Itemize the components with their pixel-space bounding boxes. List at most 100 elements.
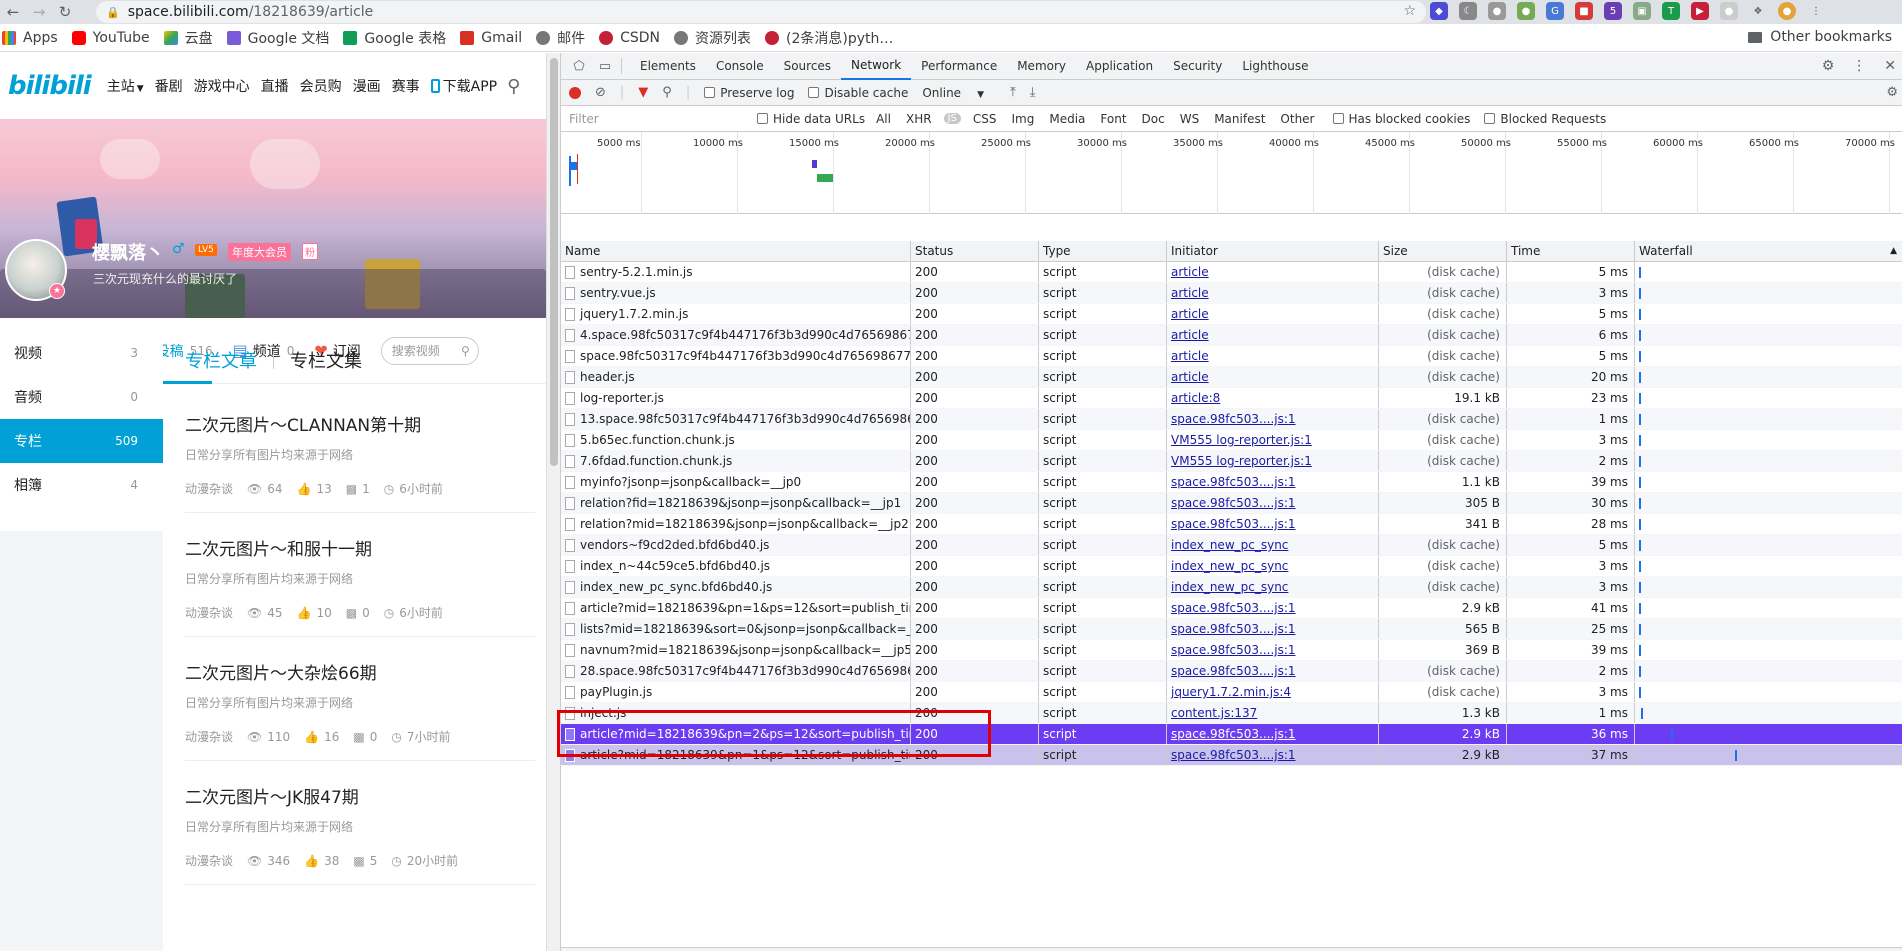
address-bar[interactable]: 🔒 space.bilibili.com /18218639/article ☆	[96, 1, 1426, 23]
extension-avatar-icon[interactable]: ●	[1720, 2, 1738, 20]
cell-name[interactable]: index_new_pc_sync.bfd6bd40.js	[561, 577, 911, 597]
initiator-link[interactable]: space.98fc503....js:1	[1171, 412, 1296, 426]
cell-name[interactable]: log-reporter.js	[561, 388, 911, 408]
table-row[interactable]: 4.space.98fc50317c9f4b447176f3b3d990c4d7…	[561, 325, 1902, 346]
bookmark-cloud[interactable]: 云盘	[163, 28, 213, 48]
table-row[interactable]: space.98fc50317c9f4b447176f3b3d990c4d765…	[561, 346, 1902, 367]
vip-badge[interactable]: 年度大会员	[228, 243, 291, 261]
initiator-link[interactable]: index_new_pc_sync	[1171, 559, 1288, 573]
cell-name[interactable]: sentry-5.2.1.min.js	[561, 262, 911, 282]
initiator-link[interactable]: jquery1.7.2.min.js:4	[1171, 685, 1291, 699]
table-row[interactable]: sentry.vue.js 200 script article (disk cache…	[561, 283, 1902, 304]
cell-name[interactable]: 13.space.98fc50317c9f4b447176f3b3d990c4d…	[561, 409, 911, 429]
initiator-link[interactable]: index_new_pc_sync	[1171, 580, 1288, 594]
article-category[interactable]: 动漫杂谈	[185, 852, 233, 869]
table-row[interactable]: myinfo?jsonp=jsonp&callback=__jp0 200 scri…	[561, 472, 1902, 493]
disable-cache-checkbox[interactable]: Disable cache	[808, 86, 908, 100]
cell-name[interactable]: relation?fid=18218639&jsonp=jsonp&callba…	[561, 493, 911, 513]
initiator-link[interactable]: article:8	[1171, 391, 1220, 405]
tab-network[interactable]: Network	[841, 53, 912, 80]
initiator-link[interactable]: space.98fc503....js:1	[1171, 664, 1296, 678]
subtab-articles[interactable]: 专栏文章	[185, 347, 257, 373]
checkbox-box[interactable]	[757, 113, 768, 124]
filter-input[interactable]: Filter	[567, 109, 743, 129]
initiator-link[interactable]: space.98fc503....js:1	[1171, 601, 1296, 615]
has-blocked-cookies-checkbox[interactable]: Has blocked cookies	[1332, 112, 1470, 126]
cell-name[interactable]: jquery1.7.2.min.js	[561, 304, 911, 324]
article-category[interactable]: 动漫杂谈	[185, 480, 233, 497]
table-row[interactable]: lists?mid=18218639&sort=0&jsonp=jsonp&ca…	[561, 619, 1902, 640]
table-row[interactable]: sentry-5.2.1.min.js 200 script article (disk…	[561, 262, 1902, 283]
extension-diamond-icon[interactable]: ◆	[1430, 2, 1448, 20]
filter-type-font[interactable]: Font	[1097, 111, 1129, 127]
filter-icon[interactable]: ▼	[638, 85, 648, 100]
bookmark-resources[interactable]: 资源列表	[674, 28, 751, 48]
bilibili-logo[interactable]: bilibili	[8, 71, 92, 101]
initiator-link[interactable]: space.98fc503....js:1	[1171, 622, 1296, 636]
cell-name[interactable]: lists?mid=18218639&sort=0&jsonp=jsonp&ca…	[561, 619, 911, 639]
nav-esports[interactable]: 赛事	[392, 76, 420, 96]
inspect-element-icon[interactable]: ⬠	[571, 58, 587, 74]
menu-dots-icon[interactable]: ⋮	[1807, 2, 1825, 20]
back-icon[interactable]: ←	[0, 0, 26, 24]
cell-name[interactable]: 4.space.98fc50317c9f4b447176f3b3d990c4d7…	[561, 325, 911, 345]
puzzle-icon[interactable]: ❖	[1749, 2, 1767, 20]
bookmark-youtube[interactable]: YouTube	[71, 30, 150, 46]
table-row[interactable]: relation?mid=18218639&jsonp=jsonp&callba…	[561, 514, 1902, 535]
list-item[interactable]: 二次元图片～和服十一期 日常分享所有图片均来源于网络 动漫杂谈 👁 45 👍 10 …	[185, 513, 535, 637]
bookmark-gmail[interactable]: Gmail	[460, 30, 522, 46]
extension-shield-icon[interactable]: ■	[1575, 2, 1593, 20]
extension-owl-icon[interactable]: ●	[1517, 2, 1535, 20]
cell-name[interactable]: myinfo?jsonp=jsonp&callback=__jp0	[561, 472, 911, 492]
table-row[interactable]: 5.b65ec.function.chunk.js 200 script VM555 …	[561, 430, 1902, 451]
scrollbar-thumb[interactable]	[550, 58, 558, 466]
initiator-link[interactable]: content.js:137	[1171, 706, 1257, 720]
initiator-link[interactable]: article	[1171, 349, 1209, 363]
tab-sources[interactable]: Sources	[774, 53, 841, 80]
column-header-initiator[interactable]: Initiator	[1167, 241, 1379, 261]
cell-name[interactable]: article?mid=18218639&pn=1&ps=12&sort=pub…	[561, 598, 911, 618]
initiator-link[interactable]: VM555 log-reporter.js:1	[1171, 454, 1312, 468]
bookmark-messages[interactable]: (2条消息)pyth…	[765, 28, 893, 48]
table-row[interactable]: 7.6fdad.function.chunk.js 200 script VM555 …	[561, 451, 1902, 472]
filter-type-media[interactable]: Media	[1046, 111, 1088, 127]
cell-name[interactable]: header.js	[561, 367, 911, 387]
extension-moon-icon[interactable]: ☾	[1459, 2, 1477, 20]
cell-name[interactable]: 5.b65ec.function.chunk.js	[561, 430, 911, 450]
gear-icon[interactable]: ⚙	[1822, 58, 1835, 74]
cell-name[interactable]: 28.space.98fc50317c9f4b447176f3b3d990c4d…	[561, 661, 911, 681]
filter-type-img[interactable]: Img	[1008, 111, 1037, 127]
extension-translate-icon[interactable]: G	[1546, 2, 1564, 20]
sidebar-item-video[interactable]: 视频 3	[0, 331, 163, 375]
device-toggle-icon[interactable]: ▭	[597, 58, 613, 74]
checkbox-box[interactable]	[808, 87, 820, 98]
sidebar-item-album[interactable]: 相簿 4	[0, 463, 163, 507]
initiator-link[interactable]: article	[1171, 265, 1209, 279]
hide-data-urls-checkbox[interactable]: Hide data URLs	[757, 112, 865, 126]
nav-mall[interactable]: 会员购	[300, 76, 342, 96]
preserve-log-checkbox[interactable]: Preserve log	[704, 86, 794, 100]
table-row[interactable]: header.js 200 script article (disk cache) 20 …	[561, 367, 1902, 388]
checkbox-box[interactable]	[704, 87, 716, 98]
search-icon[interactable]: ⚲	[662, 85, 672, 100]
filter-type-doc[interactable]: Doc	[1139, 111, 1168, 127]
bookmark-google-sheets[interactable]: Google 表格	[343, 28, 446, 48]
tab-elements[interactable]: Elements	[630, 53, 706, 80]
cell-name[interactable]: vendors~f9cd2ded.bfd6bd40.js	[561, 535, 911, 555]
download-app-link[interactable]: 下载APP	[430, 76, 497, 96]
article-title[interactable]: 二次元图片～CLANNAN第十期	[185, 411, 535, 436]
table-row[interactable]: index_new_pc_sync.bfd6bd40.js 200 script in…	[561, 577, 1902, 598]
checkbox-box[interactable]	[1484, 113, 1496, 124]
list-item[interactable]: 二次元图片～JK服47期 日常分享所有图片均来源于网络 动漫杂谈 👁 346 👍 3…	[185, 761, 535, 885]
table-row[interactable]: index_n~44c59ce5.bfd6bd40.js 200 script ind…	[561, 556, 1902, 577]
table-row[interactable]: navnum?mid=18218639&jsonp=jsonp&callback…	[561, 640, 1902, 661]
cell-name[interactable]: sentry.vue.js	[561, 283, 911, 303]
table-row[interactable]: relation?fid=18218639&jsonp=jsonp&callba…	[561, 493, 1902, 514]
article-title[interactable]: 二次元图片～大杂烩66期	[185, 659, 535, 684]
initiator-link[interactable]: article	[1171, 328, 1209, 342]
extension-bulb-icon[interactable]: ●	[1488, 2, 1506, 20]
filter-type-ws[interactable]: WS	[1177, 111, 1202, 127]
cell-name[interactable]: payPlugin.js	[561, 682, 911, 702]
initiator-link[interactable]: article	[1171, 307, 1209, 321]
list-item[interactable]: 二次元图片～CLANNAN第十期 日常分享所有图片均来源于网络 动漫杂谈 👁 64…	[185, 389, 535, 513]
